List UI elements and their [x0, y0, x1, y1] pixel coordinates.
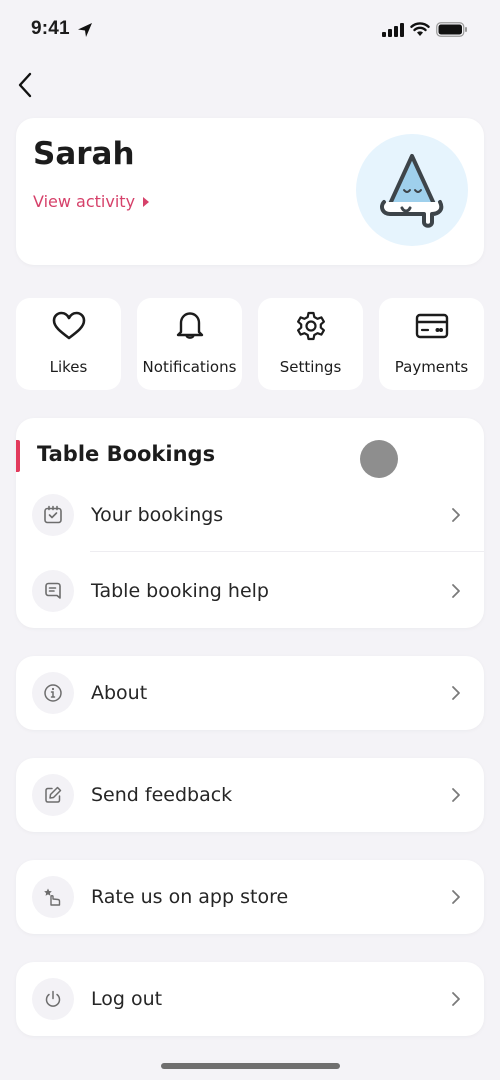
your-bookings-label: Your bookings — [91, 504, 224, 526]
status-icons — [382, 22, 468, 37]
send-feedback-label: Send feedback — [91, 784, 233, 806]
notifications-button[interactable]: Notifications — [137, 298, 242, 390]
chevron-right-icon — [452, 890, 460, 904]
about-row[interactable]: About — [16, 658, 484, 728]
view-activity-link[interactable]: View activity — [33, 192, 150, 211]
home-indicator[interactable] — [161, 1063, 340, 1069]
gear-icon — [296, 311, 325, 341]
edit-icon — [45, 786, 62, 803]
rate-us-label: Rate us on app store — [91, 886, 289, 908]
info-icon — [44, 684, 62, 702]
chat-help-icon — [45, 582, 61, 599]
profile-card: Sarah View activity — [16, 118, 484, 265]
about-card: About — [16, 656, 484, 730]
log-out-row[interactable]: Log out — [16, 964, 484, 1034]
notifications-label: Notifications — [142, 358, 237, 376]
likes-button[interactable]: Likes — [16, 298, 121, 390]
rate-us-row[interactable]: Rate us on app store — [16, 862, 484, 932]
drip-mascot-avatar — [380, 154, 444, 228]
quick-actions: Likes Notifications Settings Payments — [16, 298, 500, 390]
payments-button[interactable]: Payments — [379, 298, 484, 390]
location-arrow-icon — [78, 23, 92, 37]
bell-icon — [176, 312, 203, 339]
wifi-icon — [410, 22, 430, 36]
chevron-right-icon — [452, 788, 460, 802]
view-activity-label: View activity — [33, 192, 136, 211]
profile-name: Sarah — [33, 136, 135, 172]
calendar-check-icon — [44, 505, 62, 524]
table-booking-help-row[interactable]: Table booking help — [16, 556, 484, 626]
chevron-right-icon — [452, 584, 460, 598]
chevron-right-icon — [452, 508, 460, 522]
payments-label: Payments — [394, 358, 469, 376]
about-label: About — [91, 682, 148, 704]
battery-icon — [436, 22, 467, 37]
chevron-left-icon — [18, 72, 32, 98]
send-feedback-card: Send feedback — [16, 758, 484, 832]
chevron-right-icon — [452, 992, 460, 1006]
cellular-signal-icon — [382, 22, 404, 37]
log-out-label: Log out — [91, 988, 163, 1010]
touch-indicator — [360, 440, 398, 478]
section-title: Table Bookings — [37, 442, 216, 466]
back-button[interactable] — [14, 70, 36, 100]
credit-card-icon — [415, 313, 448, 339]
settings-button[interactable]: Settings — [258, 298, 363, 390]
section-accent-bar — [16, 440, 20, 472]
status-time: 9:41 — [31, 18, 70, 39]
row-divider — [90, 551, 484, 552]
log-out-card: Log out — [16, 962, 484, 1036]
avatar[interactable] — [356, 134, 468, 246]
your-bookings-row[interactable]: Your bookings — [16, 480, 484, 550]
send-feedback-row[interactable]: Send feedback — [16, 760, 484, 830]
status-bar: 9:41 — [0, 0, 500, 60]
power-icon — [45, 990, 61, 1007]
likes-label: Likes — [49, 358, 88, 376]
rate-us-card: Rate us on app store — [16, 860, 484, 934]
table-bookings-section: Table Bookings Your bookings Table booki… — [16, 418, 484, 628]
settings-label: Settings — [279, 358, 342, 376]
chevron-right-icon — [452, 686, 460, 700]
caret-right-icon — [143, 196, 150, 207]
star-tap-icon — [44, 888, 61, 906]
heart-icon — [52, 311, 85, 340]
table-booking-help-label: Table booking help — [91, 580, 269, 602]
